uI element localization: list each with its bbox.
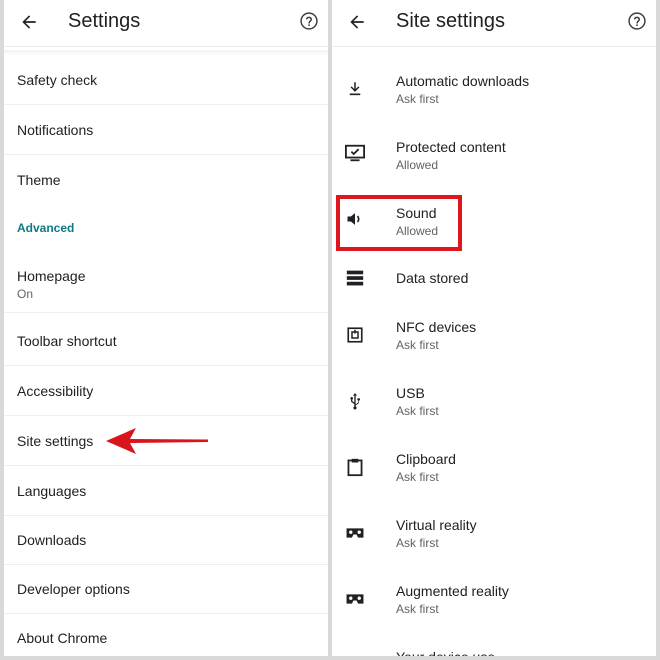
site-setting-label: NFC devices — [396, 319, 477, 335]
settings-item-about-chrome[interactable]: About Chrome — [4, 614, 328, 656]
settings-item-label: Site settings — [17, 433, 94, 449]
site-setting-your-device-use[interactable]: Your device use — [332, 632, 656, 656]
site-setting-label: Data stored — [396, 270, 469, 286]
settings-item-homepage[interactable]: Homepage On — [4, 258, 328, 313]
settings-item-label: Developer options — [17, 581, 130, 597]
site-setting-data-stored[interactable]: Data stored — [332, 254, 656, 304]
site-setting-protected-content[interactable]: Protected content Allowed — [332, 122, 656, 188]
site-setting-label: Virtual reality — [396, 517, 477, 533]
site-setting-status: Ask first — [396, 536, 439, 550]
site-setting-status: Ask first — [396, 602, 439, 616]
advanced-section-header: Advanced — [17, 221, 75, 235]
back-arrow-icon[interactable] — [344, 9, 370, 35]
settings-item-toolbar-shortcut[interactable]: Toolbar shortcut — [4, 317, 328, 366]
settings-item-label: Accessibility — [17, 383, 94, 399]
site-setting-label: Clipboard — [396, 451, 456, 467]
storage-icon — [344, 267, 366, 289]
settings-item-languages[interactable]: Languages — [4, 467, 328, 516]
vr-headset-icon — [344, 522, 366, 544]
settings-item-downloads[interactable]: Downloads — [4, 516, 328, 565]
settings-item-label: Languages — [17, 483, 87, 499]
site-setting-label: Protected content — [396, 139, 506, 155]
settings-item-label: Safety check — [17, 72, 98, 88]
site-settings-header: Site settings — [332, 0, 656, 47]
site-setting-status: Ask first — [396, 92, 439, 106]
site-setting-label: USB — [396, 385, 425, 401]
site-setting-nfc-devices[interactable]: NFC devices Ask first — [332, 302, 656, 368]
red-pointer-arrow-icon — [106, 428, 208, 454]
usb-icon — [344, 390, 366, 412]
site-setting-usb[interactable]: USB Ask first — [332, 368, 656, 434]
settings-item-label: Notifications — [17, 122, 94, 138]
settings-item-label: Toolbar shortcut — [17, 333, 117, 349]
help-icon[interactable] — [298, 10, 320, 32]
site-settings-panel: Site settings Automatic downloads Ask fi… — [332, 0, 656, 656]
settings-panel: Settings Safety check Notifications Them… — [4, 0, 328, 656]
help-icon[interactable] — [626, 10, 648, 32]
settings-item-safety-check[interactable]: Safety check — [4, 56, 328, 105]
site-setting-status: Allowed — [396, 158, 439, 172]
settings-item-label: About Chrome — [17, 630, 108, 646]
site-setting-status: Ask first — [396, 470, 439, 484]
site-setting-status: Ask first — [396, 404, 439, 418]
site-setting-label: Augmented reality — [396, 583, 509, 599]
back-arrow-icon[interactable] — [16, 9, 42, 35]
protected-content-icon — [344, 142, 366, 164]
clipboard-icon — [344, 456, 366, 478]
download-icon — [344, 78, 366, 100]
site-setting-label: Automatic downloads — [396, 73, 530, 89]
site-setting-status: Ask first — [396, 338, 439, 352]
settings-item-notifications[interactable]: Notifications — [4, 106, 328, 155]
sound-highlight-box — [336, 195, 462, 251]
settings-item-developer-options[interactable]: Developer options — [4, 565, 328, 614]
settings-item-label: Theme — [17, 172, 61, 188]
page-title: Site settings — [396, 10, 505, 32]
site-setting-automatic-downloads[interactable]: Automatic downloads Ask first — [332, 56, 656, 122]
site-setting-augmented-reality[interactable]: Augmented reality Ask first — [332, 566, 656, 632]
settings-item-accessibility[interactable]: Accessibility — [4, 367, 328, 416]
homepage-value: On — [17, 287, 34, 301]
settings-header: Settings — [4, 0, 328, 47]
settings-item-label: Downloads — [17, 532, 87, 548]
homepage-label: Homepage — [17, 268, 86, 284]
nfc-icon — [344, 324, 366, 346]
page-title: Settings — [68, 10, 141, 32]
ar-headset-icon — [344, 588, 366, 610]
site-setting-virtual-reality[interactable]: Virtual reality Ask first — [332, 500, 656, 566]
site-setting-clipboard[interactable]: Clipboard Ask first — [332, 434, 656, 500]
settings-item-theme[interactable]: Theme — [4, 156, 328, 204]
site-setting-label: Your device use — [396, 648, 495, 656]
